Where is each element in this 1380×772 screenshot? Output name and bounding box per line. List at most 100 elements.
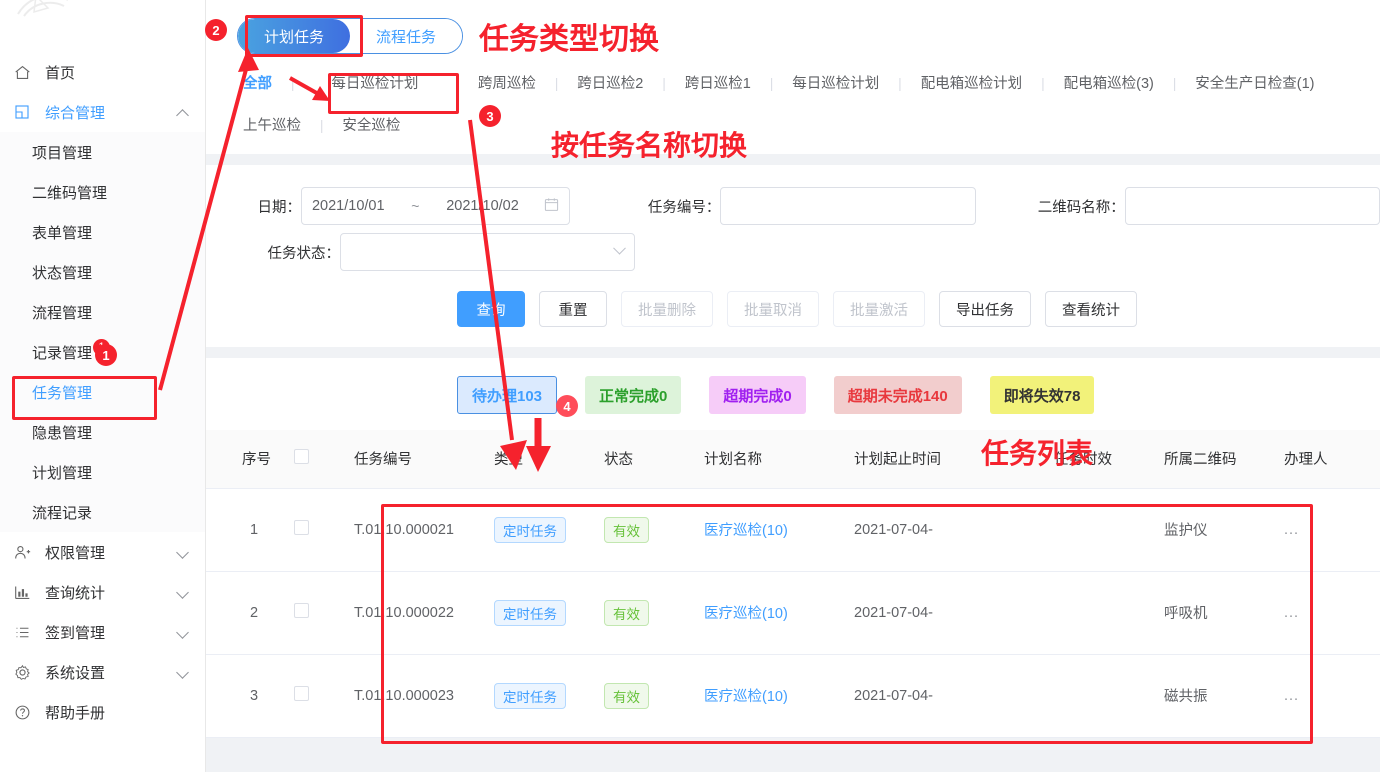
- cell-handler: ...: [1284, 654, 1380, 737]
- cell-select: [294, 571, 354, 654]
- sidebar-item-form-management[interactable]: 表单管理: [0, 212, 205, 252]
- table-row[interactable]: 2 T.01.10.000022 定时任务 有效 医疗巡检(10) 2021-0…: [206, 571, 1380, 654]
- chevron-down-icon: [176, 666, 189, 679]
- date-start-value[interactable]: 2021/10/01: [312, 198, 385, 214]
- chip-overdue-incomplete[interactable]: 超期未完成140: [834, 376, 962, 414]
- name-tab-cross-day-inspection-1[interactable]: 跨日巡检1: [679, 66, 757, 102]
- cell-task-no: T.01.10.000021: [354, 488, 494, 571]
- name-tab-morning-inspection[interactable]: 上午巡检: [237, 108, 307, 144]
- tab-process-task[interactable]: 流程任务: [350, 19, 462, 53]
- sidebar-item-help-manual[interactable]: 帮助手册: [0, 692, 205, 732]
- status-tag: 有效: [604, 517, 649, 543]
- sidebar-item-label: 流程记录: [32, 502, 92, 523]
- view-statistics-button[interactable]: 查看统计: [1045, 291, 1137, 327]
- sidebar-menu: 首页 综合管理 项目管理 二维码管理 表单管理: [0, 38, 205, 732]
- name-tab-cross-week-inspection[interactable]: 跨周巡检: [472, 66, 542, 102]
- sidebar-item-process-record[interactable]: 流程记录: [0, 492, 205, 532]
- batch-cancel-button[interactable]: 批量取消: [727, 291, 819, 327]
- plan-name-link[interactable]: 医疗巡检(10): [704, 523, 788, 539]
- task-no-input[interactable]: [720, 187, 975, 225]
- handler-overflow: ...: [1284, 688, 1299, 704]
- reset-button[interactable]: 重置: [539, 291, 607, 327]
- name-tab-safety-production-daily-check-1[interactable]: 安全生产日检查(1): [1189, 66, 1320, 102]
- task-status-select[interactable]: [340, 233, 635, 271]
- sidebar-item-permission-management[interactable]: 权限管理: [0, 532, 205, 572]
- date-end-value[interactable]: 2021/10/02: [446, 198, 519, 214]
- cell-status: 有效: [604, 571, 704, 654]
- type-tag: 定时任务: [494, 517, 566, 543]
- chevron-down-icon: [613, 241, 626, 254]
- sidebar-item-label: 首页: [45, 62, 75, 83]
- filter-row-2: 任务状态：: [206, 229, 1380, 275]
- sidebar-item-system-settings[interactable]: 系统设置: [0, 652, 205, 692]
- chip-overdue-completed[interactable]: 超期完成0: [709, 376, 805, 414]
- sidebar-item-label: 表单管理: [32, 222, 92, 243]
- chip-pending[interactable]: 待办理103: [457, 376, 557, 414]
- table-row[interactable]: 3 T.01.10.000023 定时任务 有效 医疗巡检(10) 2021-0…: [206, 654, 1380, 737]
- sidebar-item-task-management[interactable]: 任务管理: [0, 372, 205, 412]
- cell-plan-name: 医疗巡检(10): [704, 654, 854, 737]
- task-table: 序号 任务编号 类型 状态 计划名称 计划起止时间 任务时效 所属二维码 办理人: [206, 430, 1380, 738]
- list-icon: [14, 624, 36, 640]
- name-tab-cross-day-inspection-2[interactable]: 跨日巡检2: [571, 66, 649, 102]
- table-row[interactable]: 1 T.01.10.000021 定时任务 有效 医疗巡检(10) 2021-0…: [206, 488, 1380, 571]
- row-checkbox[interactable]: [294, 686, 309, 701]
- chip-normal-completed[interactable]: 正常完成0: [585, 376, 681, 414]
- sidebar: 首页 综合管理 项目管理 二维码管理 表单管理: [0, 0, 206, 772]
- name-tab-safety-inspection[interactable]: 安全巡检: [336, 108, 406, 144]
- calendar-icon[interactable]: [544, 197, 559, 215]
- task-list-card: 待办理103 正常完成0 超期完成0 超期未完成140 即将失效78 序号: [206, 358, 1380, 738]
- export-task-button[interactable]: 导出任务: [939, 291, 1031, 327]
- sidebar-item-query-statistics[interactable]: 查询统计: [0, 572, 205, 612]
- task-name-tabs-row2: 上午巡检 | 安全巡检: [237, 102, 1380, 144]
- row-checkbox[interactable]: [294, 603, 309, 618]
- chevron-up-icon: [176, 109, 189, 122]
- sidebar-item-home[interactable]: 首页: [0, 52, 205, 92]
- cell-plan-time: 2021-07-04-: [854, 654, 1054, 737]
- plan-name-link[interactable]: 医疗巡检(10): [704, 606, 788, 622]
- sidebar-item-label: 二维码管理: [32, 182, 107, 203]
- tab-scheduled-task[interactable]: 计划任务: [238, 19, 350, 53]
- date-label: 日期：: [230, 196, 301, 217]
- plan-name-link[interactable]: 医疗巡检(10): [704, 689, 788, 705]
- chevron-down-icon: [176, 586, 189, 599]
- sidebar-item-project-management[interactable]: 项目管理: [0, 132, 205, 172]
- name-tab-daily-inspection-plan-2[interactable]: 每日巡检计划: [786, 66, 885, 102]
- sidebar-item-process-management[interactable]: 流程管理: [0, 292, 205, 332]
- task-type-segmented-control[interactable]: 计划任务 流程任务: [237, 18, 463, 54]
- select-all-checkbox[interactable]: [294, 449, 309, 464]
- main-content: 计划任务 流程任务 全部 | 每日巡检计划 | 跨周巡检 | 跨日巡检2 | 跨…: [206, 0, 1380, 772]
- sidebar-item-plan-management[interactable]: 计划管理: [0, 452, 205, 492]
- name-tab-distribution-box-inspection-plan[interactable]: 配电箱巡检计划: [915, 66, 1029, 102]
- sidebar-item-hazard-management[interactable]: 隐患管理: [0, 412, 205, 452]
- filter-form: 日期： 2021/10/01 ~ 2021/10/02 任务编号： 二维码名称：…: [206, 165, 1380, 347]
- sidebar-item-comprehensive-management[interactable]: 综合管理: [0, 92, 205, 132]
- query-button[interactable]: 查询: [457, 291, 525, 327]
- batch-activate-button[interactable]: 批量激活: [833, 291, 925, 327]
- sidebar-item-checkin-management[interactable]: 签到管理: [0, 612, 205, 652]
- name-tab-daily-inspection-plan[interactable]: 每日巡检计划: [325, 66, 424, 102]
- sidebar-item-label: 权限管理: [45, 542, 105, 563]
- chip-expiring-soon[interactable]: 即将失效78: [990, 376, 1095, 414]
- cell-plan-time: 2021-07-04-: [854, 488, 1054, 571]
- home-icon: [14, 64, 36, 80]
- cell-select: [294, 654, 354, 737]
- name-tab-distribution-box-inspection-3[interactable]: 配电箱巡检(3): [1058, 66, 1160, 102]
- cell-validity: [1054, 654, 1164, 737]
- batch-delete-button[interactable]: 批量删除: [621, 291, 713, 327]
- name-tab-all[interactable]: 全部: [237, 66, 278, 102]
- col-task-no: 任务编号: [354, 430, 494, 488]
- sidebar-item-record-management[interactable]: 记录管理 1: [0, 332, 205, 372]
- sidebar-item-qrcode-management[interactable]: 二维码管理: [0, 172, 205, 212]
- sidebar-item-status-management[interactable]: 状态管理: [0, 252, 205, 292]
- date-range-picker[interactable]: 2021/10/01 ~ 2021/10/02: [301, 187, 570, 225]
- sidebar-item-label: 帮助手册: [45, 702, 105, 723]
- qr-name-label: 二维码名称：: [976, 196, 1125, 217]
- qr-name-input[interactable]: [1125, 187, 1380, 225]
- col-type: 类型: [494, 430, 604, 488]
- tab-separator: |: [1164, 68, 1186, 98]
- sidebar-item-label: 隐患管理: [32, 422, 92, 443]
- status-tag: 有效: [604, 600, 649, 626]
- row-checkbox[interactable]: [294, 520, 309, 535]
- top-panel: 计划任务 流程任务 全部 | 每日巡检计划 | 跨周巡检 | 跨日巡检2 | 跨…: [206, 0, 1380, 154]
